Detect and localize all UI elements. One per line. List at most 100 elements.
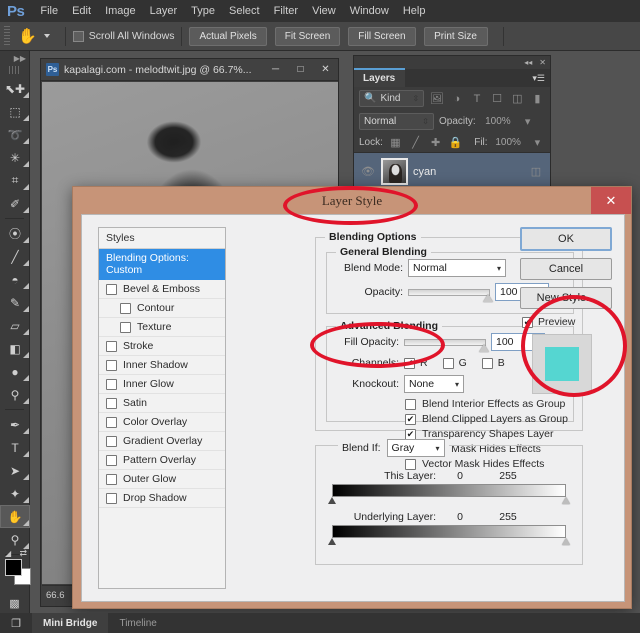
chevron-down-icon[interactable] (43, 34, 50, 38)
filter-pixel-icon[interactable]: 🖼 (429, 92, 444, 105)
tool-move-tool[interactable]: ⬉✚ (0, 77, 30, 100)
style-checkbox[interactable] (106, 416, 117, 428)
style-item-color-overlay[interactable]: Color Overlay (99, 413, 225, 432)
hand-tool-icon[interactable]: ✋ (14, 27, 41, 45)
style-checkbox[interactable] (106, 378, 117, 390)
menu-layer[interactable]: Layer (143, 2, 185, 20)
menu-type[interactable]: Type (184, 2, 222, 20)
underlying-layer-ramp[interactable] (332, 525, 566, 538)
style-checkbox[interactable] (106, 492, 117, 504)
close-panel-icon[interactable]: ✕ (539, 58, 546, 67)
filter-toggle-switch[interactable]: ▮ (530, 92, 545, 105)
layer-row[interactable]: 👁 cyan ◫ (354, 152, 550, 190)
layer-visibility-eye-icon[interactable]: 👁 (360, 165, 376, 178)
filter-kind-dropdown[interactable]: 🔍 Kind ⇳ (359, 90, 425, 107)
style-checkbox[interactable] (120, 302, 131, 314)
this-layer-ramp[interactable] (332, 484, 566, 497)
tool-custom-shape-tool[interactable]: ✦ (0, 482, 30, 505)
lock-transparent-pixels-icon[interactable]: ▦ (388, 136, 403, 149)
style-item-satin[interactable]: Satin (99, 394, 225, 413)
underlying-layer-ramp-row[interactable] (328, 525, 570, 545)
layer-blend-mode-dropdown[interactable]: Normal ⇳ (359, 113, 434, 130)
fill-chevron-down-icon[interactable]: ▾ (530, 136, 545, 149)
style-checkbox[interactable] (120, 321, 131, 333)
blend-if-channel-dropdown[interactable]: Gray ▾ (386, 439, 445, 457)
menu-filter[interactable]: Filter (267, 2, 305, 20)
style-checkbox[interactable] (106, 435, 117, 447)
fill-value[interactable]: 100% (492, 136, 525, 149)
tool-lasso-tool[interactable]: ➰ (0, 123, 30, 146)
style-item-gradient-overlay[interactable]: Gradient Overlay (99, 432, 225, 451)
actual-pixels-button[interactable]: Actual Pixels (189, 26, 267, 46)
style-item-stroke[interactable]: Stroke (99, 337, 225, 356)
scroll-all-windows-checkbox[interactable] (72, 30, 84, 42)
new-style-button[interactable]: New Style... (520, 287, 612, 309)
tool-type-tool[interactable]: T (0, 436, 30, 459)
tool-eyedropper-tool[interactable]: ✐ (0, 192, 30, 215)
preview-checkbox[interactable] (522, 316, 533, 328)
toolbox-collapse-icon[interactable]: ▶▶ (0, 53, 29, 65)
close-button[interactable]: ✕ (313, 59, 338, 80)
tool-spot-healing-brush-tool[interactable]: ⦿ (0, 222, 30, 245)
underlying-layer-black-slider[interactable] (328, 538, 336, 545)
tool-crop-tool[interactable]: ⌗ (0, 169, 30, 192)
menu-image[interactable]: Image (98, 2, 143, 20)
style-item-bevel-emboss[interactable]: Bevel & Emboss (99, 280, 225, 299)
opacity-slider-handle[interactable] (483, 293, 493, 302)
cancel-button[interactable]: Cancel (520, 258, 612, 280)
fill-screen-button[interactable]: Fill Screen (348, 26, 416, 46)
menu-edit[interactable]: Edit (65, 2, 98, 20)
underlying-layer-white-slider[interactable] (562, 538, 570, 545)
style-item-inner-shadow[interactable]: Inner Shadow (99, 356, 225, 375)
tool-quick-selection-tool[interactable]: ✳ (0, 146, 30, 169)
maximize-button[interactable]: □ (288, 59, 313, 80)
toolbox-grip[interactable] (9, 66, 20, 74)
layer-effects-icon[interactable]: ◫ (528, 165, 544, 178)
style-item-blending-options[interactable]: Blending Options: Custom (99, 249, 225, 280)
fill-opacity-slider-handle[interactable] (479, 343, 489, 352)
channel-b-checkbox[interactable] (481, 357, 493, 369)
channel-r-checkbox[interactable] (404, 357, 415, 369)
style-item-contour[interactable]: Contour (99, 299, 225, 318)
fit-screen-button[interactable]: Fit Screen (274, 26, 341, 46)
lock-all-icon[interactable]: 🔒 (448, 136, 463, 149)
lock-position-icon[interactable]: ✚ (428, 136, 443, 149)
tab-layers[interactable]: Layers (354, 68, 406, 87)
style-checkbox[interactable] (106, 473, 117, 485)
swap-colors-icon[interactable]: ⇄ (19, 548, 27, 559)
opacity-slider[interactable] (408, 288, 493, 302)
style-checkbox[interactable] (106, 283, 117, 295)
blend-interior-effects-row[interactable]: Blend Interior Effects as Group (405, 398, 573, 410)
filter-adjustment-icon[interactable]: ◑ (449, 93, 464, 105)
filter-shape-icon[interactable]: ☐ (490, 92, 505, 105)
tool-dodge-tool[interactable]: ⚲ (0, 383, 30, 406)
style-item-texture[interactable]: Texture (99, 318, 225, 337)
tool-history-brush-tool[interactable]: ✎ (0, 291, 30, 314)
style-item-pattern-overlay[interactable]: Pattern Overlay (99, 451, 225, 470)
blend-clipped-layers-row[interactable]: Blend Clipped Layers as Group (405, 413, 573, 425)
transparency-shapes-layer-checkbox[interactable] (405, 428, 416, 440)
menu-window[interactable]: Window (343, 2, 396, 20)
tab-timeline[interactable]: Timeline (108, 613, 167, 633)
menu-select[interactable]: Select (222, 2, 267, 20)
foreground-color-swatch[interactable] (5, 559, 22, 576)
default-colors-icon[interactable]: ◢ (5, 549, 11, 558)
this-layer-ramp-row[interactable] (328, 484, 570, 504)
ok-button[interactable]: OK (520, 227, 612, 251)
preview-row[interactable]: Preview (522, 316, 612, 328)
panel-menu-icon[interactable]: ▾☰ (532, 73, 545, 84)
lock-image-pixels-icon[interactable]: ╱ (408, 136, 423, 149)
tool-clone-stamp-tool[interactable]: ◓ (0, 268, 30, 291)
tool-hand-tool[interactable]: ✋ (0, 505, 30, 528)
tool-marquee-tool[interactable]: ⬚ (0, 100, 30, 123)
layer-opacity-value[interactable]: 100% (480, 115, 515, 128)
quick-mask-toggle-icon[interactable]: ▩ (0, 593, 29, 613)
tab-mini-bridge[interactable]: Mini Bridge (32, 613, 109, 633)
blend-interior-effects-checkbox[interactable] (405, 398, 416, 410)
filter-type-icon[interactable]: T (469, 93, 484, 105)
style-checkbox[interactable] (106, 454, 117, 466)
layer-thumbnail[interactable] (381, 158, 408, 185)
channel-g-checkbox[interactable] (442, 357, 454, 369)
color-swatches[interactable]: ◢ ⇄ (5, 548, 31, 593)
collapse-panel-icon[interactable]: ◂◂ (524, 58, 532, 67)
